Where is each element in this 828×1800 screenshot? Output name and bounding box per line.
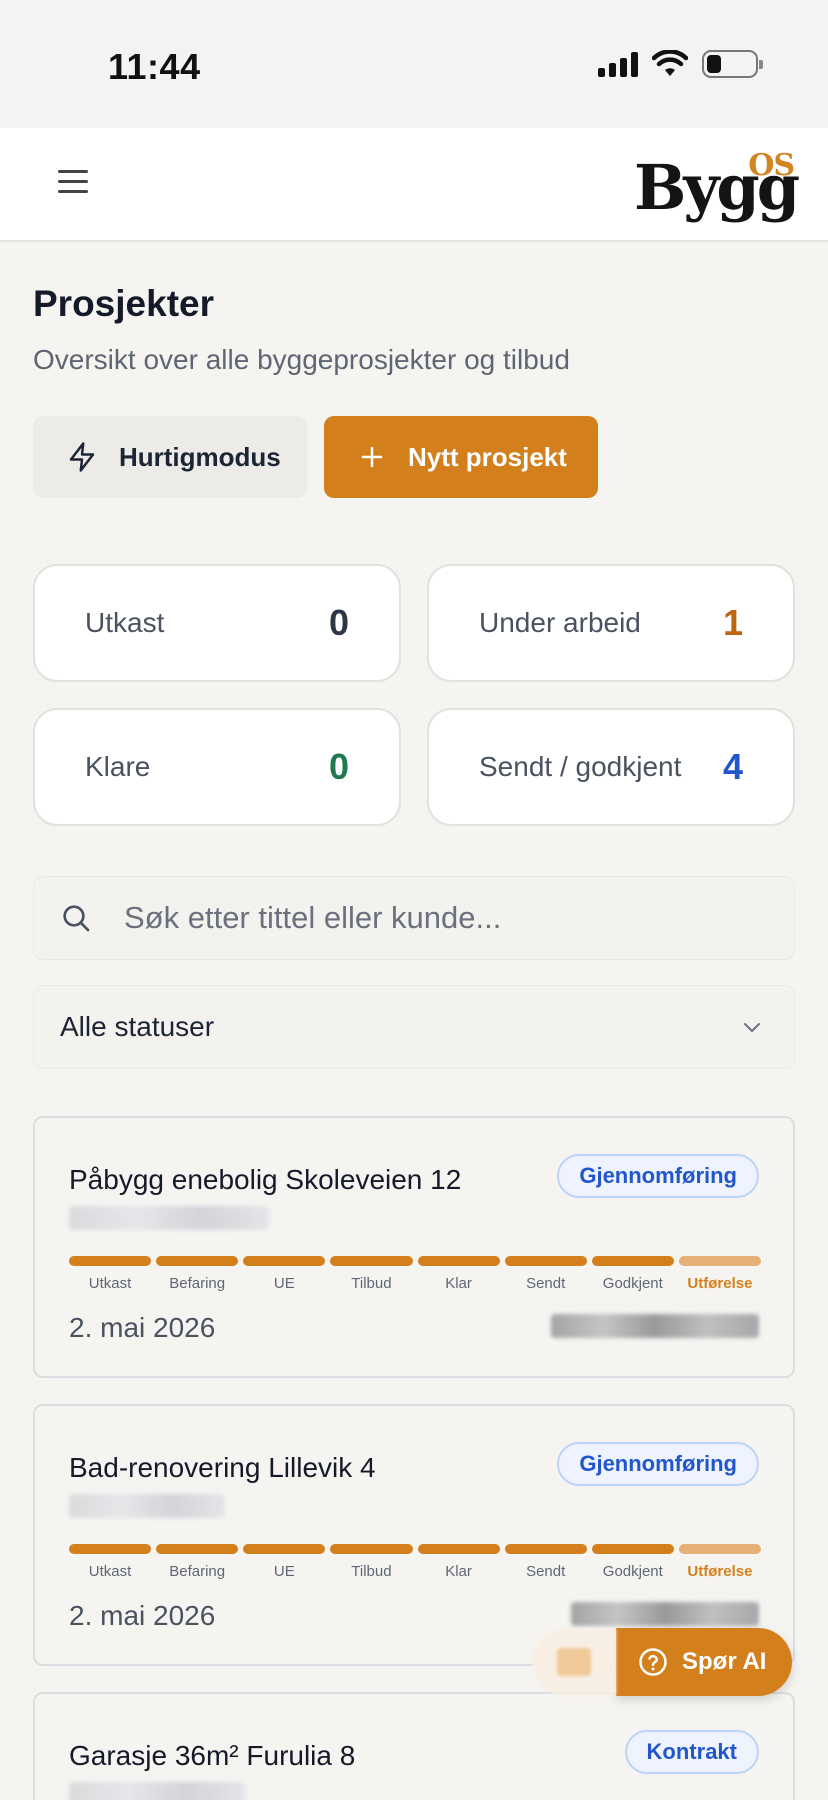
logo[interactable]: Bygg OS <box>634 148 800 228</box>
progress-step: Utkast <box>69 1256 152 1292</box>
quick-mode-button[interactable]: Hurtigmodus <box>33 416 307 498</box>
page-subtitle: Oversikt over alle byggeprosjekter og ti… <box>33 344 570 375</box>
menu-icon[interactable] <box>58 170 88 196</box>
project-card[interactable]: Bad-renovering Lillevik 4 Gjennomføring … <box>33 1404 795 1666</box>
progress-step: Godkjent <box>591 1256 674 1292</box>
project-title: Påbygg enebolig Skoleveien 12 <box>69 1164 462 1195</box>
progress-step-current: Utførelse <box>678 1256 761 1292</box>
quick-mode-label: Hurtigmodus <box>119 441 281 472</box>
stat-value: 0 <box>328 602 349 643</box>
stat-card-draft[interactable]: Utkast 0 <box>33 564 401 682</box>
stat-card-in-progress[interactable]: Under arbeid 1 <box>427 564 795 682</box>
search-icon <box>63 905 90 932</box>
stat-label: Utkast <box>85 607 165 638</box>
progress-step: Godkjent <box>591 1544 674 1580</box>
new-project-button[interactable]: Nytt prosjekt <box>324 416 598 498</box>
client-name-redacted <box>69 1494 225 1518</box>
project-amount-redacted <box>551 1314 759 1338</box>
project-amount-redacted <box>571 1602 759 1626</box>
progress-step: Utkast <box>69 1544 152 1580</box>
project-card[interactable]: Påbygg enebolig Skoleveien 12 Gjennomfør… <box>33 1116 795 1378</box>
status-time: 11:44 <box>108 46 201 87</box>
signal-icon <box>598 51 638 77</box>
stat-label: Under arbeid <box>479 607 641 638</box>
progress-steps: Utkast Befaring UE Tilbud Klar Sendt God… <box>69 1544 761 1580</box>
project-date: 2. mai 2026 <box>69 1600 216 1631</box>
stat-label: Klare <box>85 751 151 782</box>
progress-steps: Utkast Befaring UE Tilbud Klar Sendt God… <box>69 1256 761 1292</box>
new-project-label: Nytt prosjekt <box>408 441 567 472</box>
stat-value: 0 <box>328 746 349 787</box>
status-icons <box>598 50 763 78</box>
stat-value: 1 <box>722 602 743 643</box>
stat-label: Sendt / godkjent <box>479 751 682 782</box>
stat-card-ready[interactable]: Klare 0 <box>33 708 401 826</box>
status-filter-value: Alle statuser <box>60 1011 215 1042</box>
stat-value: 4 <box>722 746 743 787</box>
plus-icon <box>361 446 383 468</box>
stat-card-sent-approved[interactable]: Sendt / godkjent 4 <box>427 708 795 826</box>
project-title: Garasje 36m² Furulia 8 <box>69 1740 356 1771</box>
progress-step: Klar <box>417 1544 500 1580</box>
project-title: Bad-renovering Lillevik 4 <box>69 1452 376 1483</box>
progress-step: UE <box>243 1544 326 1580</box>
lightning-icon <box>69 442 95 472</box>
ai-assistant-widget[interactable]: Spør AI <box>532 1628 793 1696</box>
progress-step: Sendt <box>504 1544 587 1580</box>
help-circle-icon <box>639 1648 667 1676</box>
progress-step-current: Utførelse <box>678 1544 761 1580</box>
status-badge: Gjennomføring <box>557 1442 759 1486</box>
ask-ai-button[interactable]: Spør AI <box>616 1628 793 1696</box>
ask-ai-label: Spør AI <box>682 1648 767 1675</box>
progress-step: Befaring <box>156 1544 239 1580</box>
logo-superscript: OS <box>748 148 795 183</box>
progress-step: UE <box>243 1256 326 1292</box>
search-placeholder: Søk etter tittel eller kunde... <box>124 900 502 935</box>
progress-step: Klar <box>417 1256 500 1292</box>
page-title: Prosjekter <box>33 283 214 324</box>
status-bar: 11:44 <box>0 0 828 128</box>
progress-step: Tilbud <box>330 1544 413 1580</box>
project-date: 2. mai 2026 <box>69 1312 216 1343</box>
client-name-redacted <box>69 1782 245 1800</box>
client-name-redacted <box>69 1206 269 1230</box>
chevron-down-icon <box>744 1023 760 1032</box>
app-header: Bygg OS <box>0 128 828 242</box>
progress-step: Tilbud <box>330 1256 413 1292</box>
status-badge: Kontrakt <box>624 1730 759 1774</box>
progress-step: Sendt <box>504 1256 587 1292</box>
project-card[interactable]: Garasje 36m² Furulia 8 Kontrakt <box>33 1692 795 1800</box>
ai-thumbnail[interactable] <box>532 1629 616 1695</box>
status-filter-select[interactable]: Alle statuser <box>33 985 795 1069</box>
wifi-icon <box>652 50 688 76</box>
status-badge: Gjennomføring <box>557 1154 759 1198</box>
search-input[interactable]: Søk etter tittel eller kunde... <box>33 876 795 960</box>
progress-step: Befaring <box>156 1256 239 1292</box>
battery-icon <box>702 50 763 78</box>
